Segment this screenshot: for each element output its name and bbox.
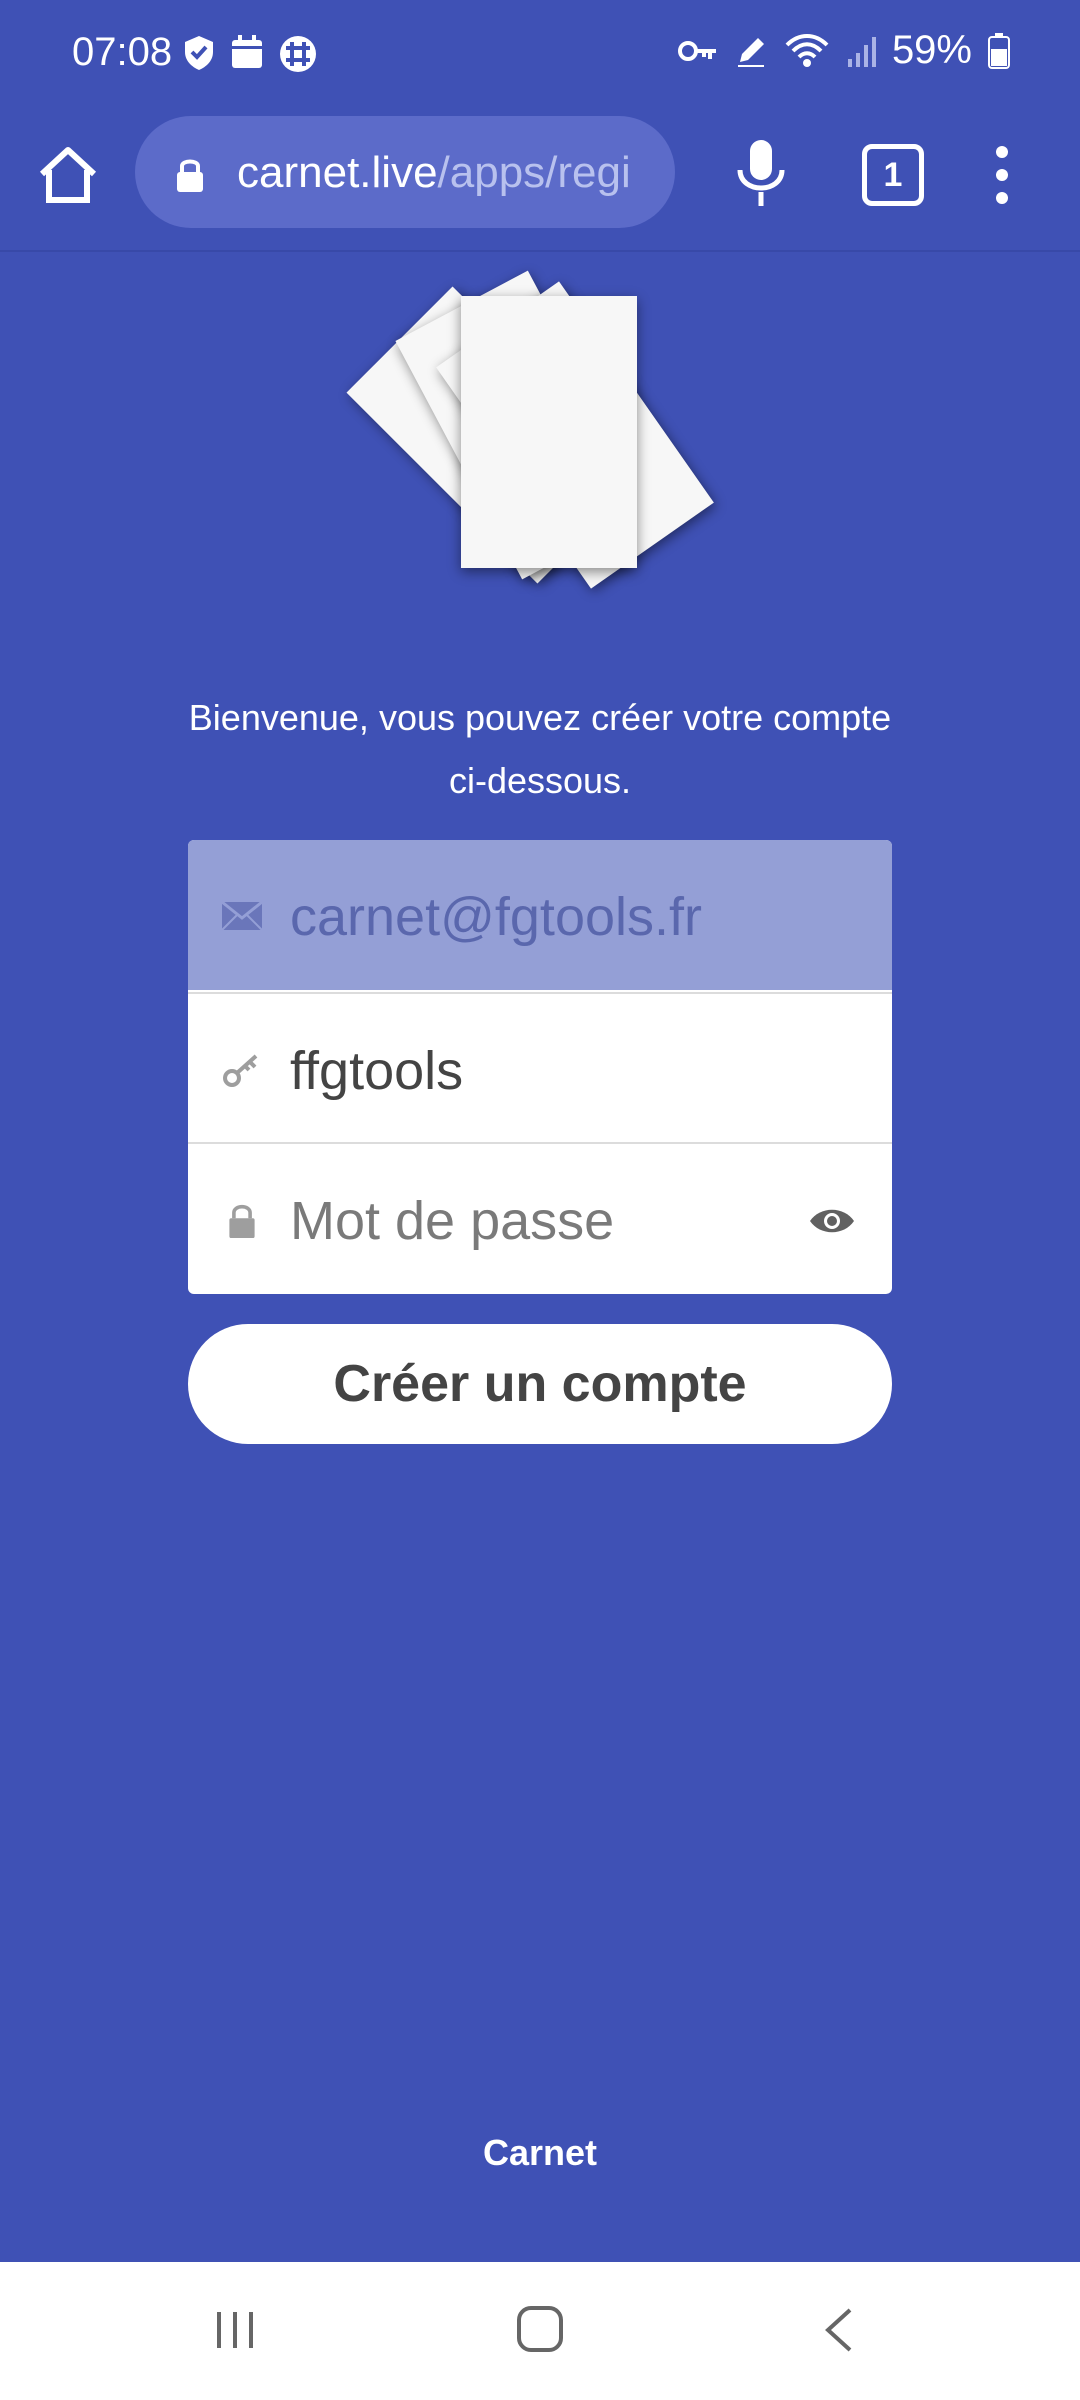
status-bar: 07:08 59% — [0, 0, 1080, 110]
url-host: carnet.live — [237, 148, 438, 197]
url-path: /apps/regi — [437, 148, 631, 197]
microphone-icon[interactable] — [730, 138, 792, 208]
home-nav-icon[interactable] — [510, 2302, 570, 2358]
wifi-icon — [785, 33, 829, 67]
carnet-logo — [346, 260, 720, 600]
battery-percent: 59% — [891, 28, 972, 72]
back-icon[interactable] — [810, 2302, 870, 2358]
tab-switcher-button[interactable]: 1 — [862, 144, 924, 206]
key-icon — [223, 1054, 258, 1087]
shield-icon — [185, 36, 213, 70]
mail-icon — [221, 900, 263, 931]
recents-icon[interactable] — [205, 2302, 265, 2358]
footer-brand: Carnet — [482, 2132, 598, 2173]
grid-app-icon — [280, 36, 316, 72]
url-text: carnet.live/apps/regi — [237, 148, 631, 198]
system-navigation-bar — [0, 2262, 1080, 2400]
lock-icon — [177, 159, 203, 192]
welcome-message: Bienvenue, vous pouvez créer votre compt… — [188, 697, 892, 801]
username-value: ffgtools — [290, 1041, 464, 1101]
home-icon[interactable] — [34, 140, 102, 208]
calendar-icon — [232, 35, 262, 68]
address-bar[interactable]: carnet.live/apps/regi — [135, 116, 675, 228]
email-field[interactable]: carnet@fgtools.fr — [188, 840, 892, 990]
username-field[interactable]: ffgtools — [188, 992, 892, 1144]
pen-icon — [737, 37, 764, 67]
vpn-key-icon — [677, 40, 716, 61]
password-field[interactable]: Mot de passe — [188, 1142, 892, 1294]
status-time: 07:08 — [72, 30, 173, 74]
padlock-icon — [229, 1204, 255, 1238]
create-account-button[interactable]: Créer un compte — [188, 1324, 892, 1444]
email-value: carnet@fgtools.fr — [290, 887, 702, 947]
battery-icon — [988, 32, 1010, 69]
register-form: carnet@fgtools.fr ffgtools Mot de passe — [188, 840, 892, 1294]
browser-toolbar: carnet.live/apps/regi 1 — [0, 110, 1080, 252]
show-password-eye-icon[interactable] — [808, 1206, 856, 1236]
password-placeholder: Mot de passe — [290, 1191, 615, 1251]
logo-card-front — [461, 296, 637, 568]
signal-icon — [847, 36, 876, 67]
more-options-icon[interactable] — [984, 140, 1020, 210]
